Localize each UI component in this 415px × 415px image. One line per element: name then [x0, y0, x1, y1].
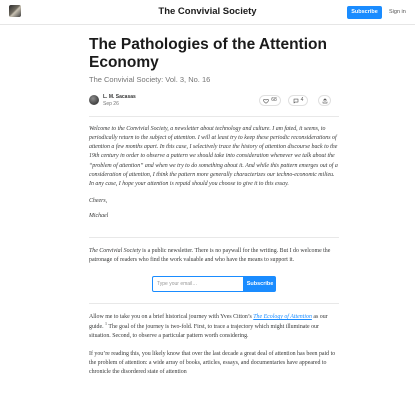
book-link[interactable]: The Ecology of Attention: [253, 314, 312, 320]
body-paragraph-2: If you’re reading this, you likely know …: [89, 350, 336, 376]
section-divider: [89, 237, 339, 239]
intro-paragraph: Welcome to the Convivial Society, a news…: [89, 126, 338, 187]
author-avatar[interactable]: [89, 95, 99, 105]
section-divider-2: [89, 303, 339, 305]
post-date: Sep 26: [103, 101, 119, 107]
promo-paragraph: The Convivial Society is a public newsle…: [89, 247, 339, 265]
subscribe-form: Type your email… Subscribe: [152, 276, 276, 293]
signoff-name: Michael: [89, 213, 109, 220]
heart-icon: [263, 98, 270, 104]
subscribe-button[interactable]: Subscribe: [347, 6, 382, 19]
post-content: The Pathologies of the Attention Economy…: [89, 36, 339, 377]
top-bar: The Convivial Society Subscribe Sign in: [0, 0, 415, 25]
email-input[interactable]: Type your email…: [152, 276, 244, 293]
comment-icon: [293, 98, 298, 103]
post-meta: L. M. Sacasas Sep 26 68 4: [89, 92, 339, 114]
comment-count: 4: [300, 97, 304, 103]
p1-after: The goal of the journey is two-fold. Fir…: [89, 323, 319, 339]
post-subtitle: The Convivial Society: Vol. 3, No. 16: [89, 75, 211, 84]
share-button[interactable]: [318, 95, 331, 106]
share-icon: [322, 97, 327, 103]
comments-button[interactable]: 4: [288, 95, 308, 106]
like-count: 68: [271, 97, 277, 103]
subscribe-form-button[interactable]: Subscribe: [244, 276, 276, 293]
body-paragraph-1: Allow me to take you on a brief historic…: [89, 313, 339, 340]
sign-in-link[interactable]: Sign in: [389, 9, 406, 15]
cheers-line: Cheers,: [89, 198, 108, 205]
post-title: The Pathologies of the Attention Economy: [89, 36, 327, 71]
like-button[interactable]: 68: [259, 95, 281, 106]
publication-name: The Convivial Society: [89, 248, 141, 255]
divider: [89, 116, 339, 117]
publication-logo[interactable]: [9, 5, 21, 17]
author-name[interactable]: L. M. Sacasas: [103, 94, 136, 100]
p1-before: Allow me to take you on a brief historic…: [89, 314, 254, 321]
